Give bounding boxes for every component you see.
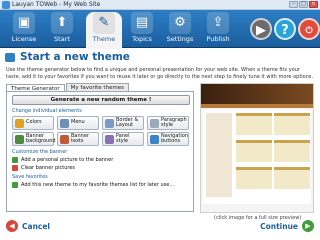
toolbar-label: Publish xyxy=(206,35,230,43)
preview-column xyxy=(236,113,272,197)
toolbar-topics-button[interactable]: ▤ Topics xyxy=(124,12,160,47)
toolbar-label: Theme xyxy=(92,35,116,43)
border-layout-label: Border & Layout xyxy=(116,116,139,128)
theme-icon: ✎ xyxy=(93,12,115,34)
toolbar-label: Settings xyxy=(166,35,194,43)
save-favorites-heading: Save favorites xyxy=(12,174,48,180)
theme-preview-image[interactable] xyxy=(200,83,314,213)
preview-nav-bar xyxy=(201,104,313,108)
continue-icon: ▶ xyxy=(302,220,314,232)
add-favorite-link[interactable]: Add this new theme to my favorite themes… xyxy=(12,182,188,188)
toolbar-publish-button[interactable]: ⇪ Publish xyxy=(200,12,236,47)
border-layout-icon xyxy=(105,118,114,128)
start-icon: ⬆ xyxy=(51,12,73,34)
colors-button[interactable]: Colors xyxy=(12,116,54,130)
exit-button[interactable]: ⏻ xyxy=(298,18,320,40)
help-button[interactable]: ? xyxy=(274,18,296,40)
minimize-button[interactable]: – xyxy=(289,1,298,8)
clear-pictures-label: Clear banner pictures xyxy=(21,165,76,171)
panel-style-button[interactable]: Panel style xyxy=(102,132,144,146)
clear-pictures-link[interactable]: Clear banner pictures xyxy=(12,165,188,171)
add-favorite-label: Add this new theme to my favorite themes… xyxy=(21,182,175,188)
toolbar-label: License xyxy=(11,35,37,43)
preview-column xyxy=(274,113,310,197)
settings-icon: ⚙ xyxy=(169,12,191,34)
toolbar-label: Topics xyxy=(132,35,152,43)
menu-icon xyxy=(60,118,69,128)
banner-texts-button[interactable]: Banner texts xyxy=(57,132,99,146)
theme-title-icon xyxy=(5,53,15,62)
paragraph-style-button[interactable]: Paragraph style xyxy=(147,116,189,130)
cancel-label: Cancel xyxy=(22,221,51,231)
navigation-buttons-icon xyxy=(150,134,159,144)
title-bar: Lauyan TOWeb - My Web Site – □ × xyxy=(0,0,320,10)
paragraph-style-label: Paragraph style xyxy=(161,116,187,128)
add-favorite-icon xyxy=(12,182,18,188)
panel-style-label: Panel style xyxy=(116,132,130,144)
add-picture-link[interactable]: Add a personal picture to the banner xyxy=(12,157,188,163)
banner-background-icon xyxy=(15,134,24,144)
toolbar-label: Start xyxy=(54,35,70,43)
continue-label: Continue xyxy=(260,221,298,231)
colors-label: Colors xyxy=(26,119,42,126)
toolbar-start-button[interactable]: ⬆ Start xyxy=(44,12,80,47)
topics-icon: ▤ xyxy=(131,12,153,34)
footer-bar: ◀ Cancel Continue ▶ xyxy=(0,214,320,240)
paragraph-icon xyxy=(150,118,159,128)
navigation-buttons-label: Navigation buttons xyxy=(161,132,188,144)
banner-texts-label: Banner texts xyxy=(71,132,89,144)
generator-panel: Generate a new random theme ! Change ind… xyxy=(6,91,194,212)
banner-texts-icon xyxy=(60,134,69,144)
panel-style-icon xyxy=(105,134,114,144)
toolbar-settings-button[interactable]: ⚙ Settings xyxy=(162,12,198,47)
toolbar-license-button[interactable]: ▣ License xyxy=(6,12,42,47)
preview-banner xyxy=(201,84,313,104)
window-controls: – □ × xyxy=(289,1,318,8)
main-toolbar: ▣ License ⬆ Start ✎ Theme ▤ Topics ⚙ Set… xyxy=(0,10,320,49)
menu-label: Menu xyxy=(71,119,85,126)
page-header: Start a new theme Use the theme generato… xyxy=(0,48,320,88)
cancel-button[interactable]: ◀ Cancel xyxy=(6,220,50,232)
play-button[interactable]: ▶ xyxy=(250,18,272,40)
add-picture-label: Add a personal picture to the banner xyxy=(21,157,114,163)
preview-content xyxy=(203,110,311,204)
maximize-button[interactable]: □ xyxy=(299,1,308,8)
generate-theme-button[interactable]: Generate a new random theme ! xyxy=(12,95,190,105)
app-icon xyxy=(2,1,10,9)
customize-banner-heading: Customize the banner xyxy=(12,149,68,155)
window-title: Lauyan TOWeb - My Web Site xyxy=(12,1,101,8)
page-title: Start a new theme xyxy=(20,51,130,63)
clear-icon xyxy=(12,165,18,171)
menu-button[interactable]: Menu xyxy=(57,116,99,130)
banner-background-label: Banner background xyxy=(26,132,56,144)
element-buttons-grid: Colors Menu Border & Layout Paragraph st… xyxy=(12,116,189,146)
banner-background-button[interactable]: Banner background xyxy=(12,132,56,146)
publish-icon: ⇪ xyxy=(207,12,229,34)
preview-sidebar xyxy=(206,113,232,197)
continue-button[interactable]: Continue ▶ xyxy=(260,220,314,232)
change-elements-heading: Change individual elements xyxy=(12,108,82,114)
close-window-button[interactable]: × xyxy=(309,1,318,8)
border-layout-button[interactable]: Border & Layout xyxy=(102,116,144,130)
license-icon: ▣ xyxy=(13,12,35,34)
intro-text: Use the theme generator below to find a … xyxy=(6,67,314,80)
cancel-icon: ◀ xyxy=(6,220,18,232)
add-icon xyxy=(12,157,18,163)
navigation-buttons-button[interactable]: Navigation buttons xyxy=(147,132,189,146)
toolbar-theme-button[interactable]: ✎ Theme xyxy=(86,12,122,49)
colors-icon xyxy=(15,118,24,128)
